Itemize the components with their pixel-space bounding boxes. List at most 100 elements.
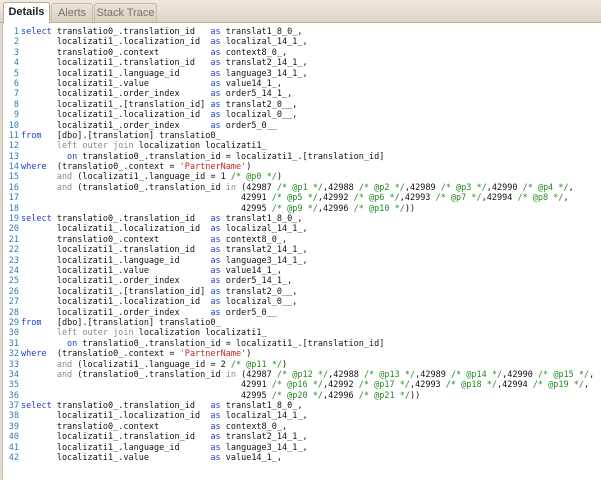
code-line: translatio0_.context as context8_0_, xyxy=(21,235,599,245)
line-number: 1 xyxy=(13,27,19,37)
code-line: localizati1_.language_id as language3_14… xyxy=(21,443,599,453)
code-token: translatio0_.translation_id xyxy=(51,214,211,225)
code-line: localizati1_.localization_id as localiza… xyxy=(21,297,599,307)
code-token: as xyxy=(210,120,221,131)
code-token: localizal_14_1_, xyxy=(220,411,308,422)
code-line: localizati1_.[translation_id] as transla… xyxy=(21,287,599,297)
code-line: localizati1_.value as value14_1_, xyxy=(21,266,599,276)
line-number: 41 xyxy=(8,442,19,453)
code-token: localizati1_.translation_id xyxy=(21,432,211,443)
code-token: translat2_14_1_, xyxy=(220,245,308,256)
tab-stack-trace[interactable]: Stack Trace xyxy=(94,3,157,21)
code-token: from xyxy=(21,130,42,141)
line-number: 20 xyxy=(8,224,19,235)
line-number: 4 xyxy=(13,58,19,69)
code-token: localization localizati1_ xyxy=(133,141,267,152)
code-token: as xyxy=(210,234,221,245)
code-token: /* @p20 */ xyxy=(271,390,323,401)
code-token: in xyxy=(225,369,236,380)
code-line: left outer join localization localizati1… xyxy=(21,141,599,151)
code-line: 42991 /* @p16 */,42992 /* @p17 */,42993 … xyxy=(21,380,599,390)
code-token: order5_14_1_, xyxy=(220,89,293,100)
code-token: /* @p3 */ xyxy=(440,182,487,193)
code-text: select translatio0_.translation_id as tr… xyxy=(21,27,599,463)
code-line: localizati1_.order_index as order5_14_1_… xyxy=(21,276,599,286)
code-token: ,42990 xyxy=(486,182,523,193)
line-number: 34 xyxy=(8,369,19,380)
code-token: ,42989 xyxy=(404,182,441,193)
code-token: ,42996 xyxy=(322,390,359,401)
code-token: localizal_0__, xyxy=(220,110,298,121)
code-token: language3_14_1_, xyxy=(220,68,308,79)
code-token: /* @p11 */ xyxy=(230,359,283,370)
code-token: value14_1_, xyxy=(220,265,283,276)
code-token: on xyxy=(21,151,78,162)
code-token: localizati1_.order_index xyxy=(21,307,211,318)
code-token: )) xyxy=(404,203,416,214)
code-token: as xyxy=(210,27,221,37)
code-token: ,42990 xyxy=(502,369,538,380)
line-number: 5 xyxy=(13,68,19,79)
line-number: 18 xyxy=(8,203,19,214)
code-token: /* @p2 */ xyxy=(358,182,405,193)
code-token: [dbo].[translation] translatio0_ xyxy=(41,317,221,328)
code-token: as xyxy=(210,401,221,412)
code-token: as xyxy=(210,68,221,79)
tab-details[interactable]: Details xyxy=(3,2,50,23)
code-token: context8_0_, xyxy=(220,234,288,245)
code-token: left outer join xyxy=(21,328,134,339)
tab-alerts[interactable]: Alerts xyxy=(51,3,93,21)
code-token: (translatio0_.translation_id xyxy=(72,369,226,380)
code-token: as xyxy=(210,110,221,121)
code-token: as xyxy=(210,99,221,110)
code-token: ) xyxy=(282,359,288,370)
code-line: localizati1_.language_id as language3_14… xyxy=(21,256,599,266)
code-line: and (translatio0_.translation_id in (429… xyxy=(21,370,599,380)
code-token: translatio0_.context xyxy=(21,421,211,432)
code-token: 42995 xyxy=(21,390,272,401)
code-line: localizati1_.localization_id as localiza… xyxy=(21,224,599,234)
code-token: localization localizati1_ xyxy=(133,328,267,339)
code-token: and xyxy=(21,369,73,380)
code-line: localizati1_.[translation_id] as transla… xyxy=(21,100,599,110)
code-token: /* @p5 */ xyxy=(271,193,318,204)
code-token: localizati1_.value xyxy=(21,265,211,276)
code-token: [dbo].[translation] translatio0_ xyxy=(41,130,221,141)
code-token: /* @p6 */ xyxy=(353,193,400,204)
code-token: as xyxy=(210,47,221,58)
code-token: localizal_14_1_, xyxy=(220,224,308,235)
code-token: ,42993 xyxy=(399,193,436,204)
code-line: localizati1_.language_id as language3_14… xyxy=(21,69,599,79)
line-number: 35 xyxy=(8,380,19,391)
code-token: localizati1_.[translation_id] xyxy=(21,286,211,297)
line-number: 30 xyxy=(8,328,19,339)
code-token: as xyxy=(210,411,221,422)
code-token: 42991 xyxy=(21,193,272,204)
code-line: where (translatio0_.context = 'PartnerNa… xyxy=(21,349,599,359)
code-token: from xyxy=(21,317,42,328)
sql-code-viewer[interactable]: 1 2 3 4 5 6 7 8 9 10 11 12 13 14 15 16 17 18 19 20 21 22 23 24 2… xyxy=(2,23,601,480)
code-token: as xyxy=(210,453,221,464)
code-token: as xyxy=(210,245,221,256)
code-line: localizati1_.order_index as order5_0__ xyxy=(21,308,599,318)
code-token: localizati1_.value xyxy=(21,453,211,464)
code-token: (translatio0_.translation_id xyxy=(72,182,226,193)
code-token: (translatio0_.context = xyxy=(46,349,180,360)
code-token: translat2_14_1_, xyxy=(220,432,308,443)
line-number: 15 xyxy=(8,172,19,183)
code-token: /* @p17 */ xyxy=(358,380,410,391)
code-token: and xyxy=(21,182,73,193)
code-token: localizati1_.localization_id xyxy=(21,297,211,308)
code-token: localizati1_.localization_id xyxy=(21,37,211,48)
code-token: ,42992 xyxy=(317,193,354,204)
code-token: value14_1_, xyxy=(220,453,283,464)
code-token: left outer join xyxy=(21,141,134,152)
code-token: translatio0_.translation_id xyxy=(51,401,211,412)
code-token: , xyxy=(568,182,574,193)
code-line: localizati1_.translation_id as translat2… xyxy=(21,245,599,255)
code-token: ,42992 xyxy=(322,380,359,391)
code-line: 42995 /* @p9 */,42996 /* @p10 */)) xyxy=(21,204,599,214)
line-number: 13 xyxy=(8,151,19,162)
code-token: where xyxy=(21,349,47,360)
code-token: localizal_14_1_, xyxy=(220,37,308,48)
